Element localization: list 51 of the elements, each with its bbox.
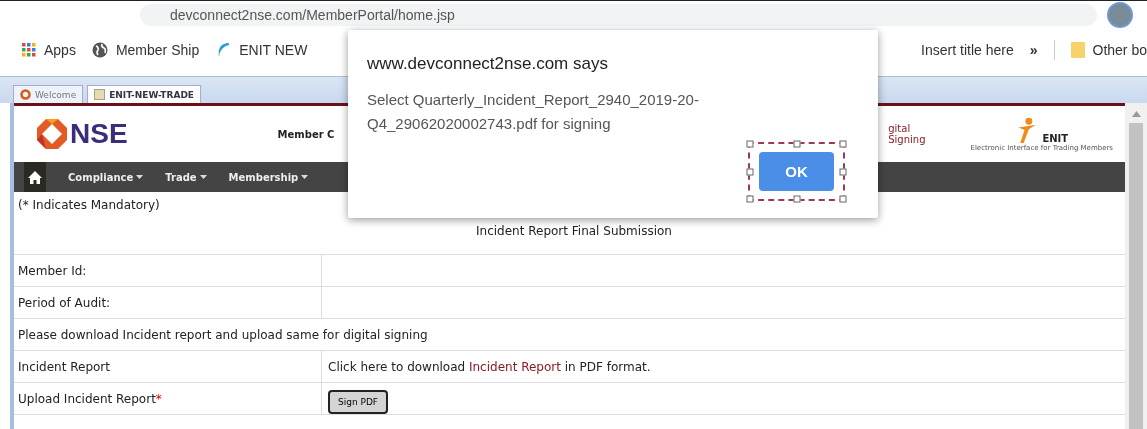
enit-logo-text: ENIT	[1042, 133, 1069, 144]
home-button[interactable]	[24, 162, 46, 192]
page-icon	[94, 89, 106, 100]
other-bookmarks-button[interactable]: Other bo	[1070, 41, 1147, 59]
bookmarks-overflow-button[interactable]: »	[1029, 42, 1038, 58]
apps-grid-icon	[22, 43, 36, 57]
selection-handle[interactable]	[839, 168, 847, 175]
table-cell: Upload Incident Report*	[14, 383, 321, 415]
selection-handle[interactable]	[839, 195, 847, 203]
selection-handle[interactable]	[746, 140, 754, 148]
caret-icon	[301, 175, 309, 179]
header-link-text: Signing	[888, 134, 926, 145]
bookmark[interactable]: Member Ship	[91, 42, 200, 58]
selection-handle[interactable]	[746, 195, 754, 203]
header-link-text: gital	[888, 123, 911, 134]
table-cell: Period of Audit:	[14, 287, 321, 319]
nav-menu[interactable]: Compliance	[68, 171, 144, 183]
dialog-message: Select Quarterly_Incident_Report_2940_2019-20-Q4_29062020002743.pdf for signing	[367, 90, 700, 134]
address-bar[interactable]: devconnect2nse.com/MemberPortal/home.jsp	[140, 3, 1097, 26]
selection-handle[interactable]	[746, 168, 754, 175]
table-cell: Incident Report	[14, 351, 321, 383]
bookmark[interactable]: ENIT NEW	[215, 41, 308, 59]
selection-handle[interactable]	[839, 140, 847, 148]
header-title: Member C	[277, 128, 335, 140]
table-cell: Member Id:	[14, 255, 321, 287]
browser-tab[interactable]: Welcome	[13, 85, 84, 103]
dialog-title: www.devconnect2nse.com says	[367, 54, 609, 74]
mandatory-note: (* Indicates Mandatory)	[18, 198, 160, 214]
sign-pdf-button[interactable]: Sign PDF	[328, 389, 389, 414]
table-cell: Please download Incident report and upload same for digital signing	[14, 319, 1125, 351]
form-title: Incident Report Final Submission	[476, 224, 672, 238]
caret-icon	[136, 175, 144, 179]
nav-menu[interactable]: Trade	[165, 171, 207, 183]
scroll-up-icon[interactable]	[1131, 111, 1141, 117]
caret-icon	[199, 175, 207, 179]
octagon-logo-icon	[36, 118, 68, 150]
nav-menu[interactable]: Membership	[228, 171, 309, 183]
bookmark[interactable]: Insert title here	[921, 42, 1014, 58]
ring-icon	[20, 89, 31, 100]
selection-handle[interactable]	[793, 195, 800, 203]
selection-handle[interactable]	[793, 140, 800, 148]
avatar-icon[interactable]	[1107, 1, 1133, 28]
download-instruction: Click here to download Incident Report in PDF format.	[328, 359, 651, 374]
nse-logo: NSE	[36, 118, 128, 150]
folder-icon	[1070, 41, 1085, 59]
download-link[interactable]: Incident Report	[468, 359, 561, 374]
bookmark[interactable]: Apps	[22, 42, 76, 58]
scrollbar[interactable]	[1125, 103, 1147, 429]
home-icon	[28, 170, 42, 184]
browser-tab[interactable]: ENIT-NEW-TRADE	[87, 85, 202, 103]
globe-icon	[91, 42, 108, 58]
